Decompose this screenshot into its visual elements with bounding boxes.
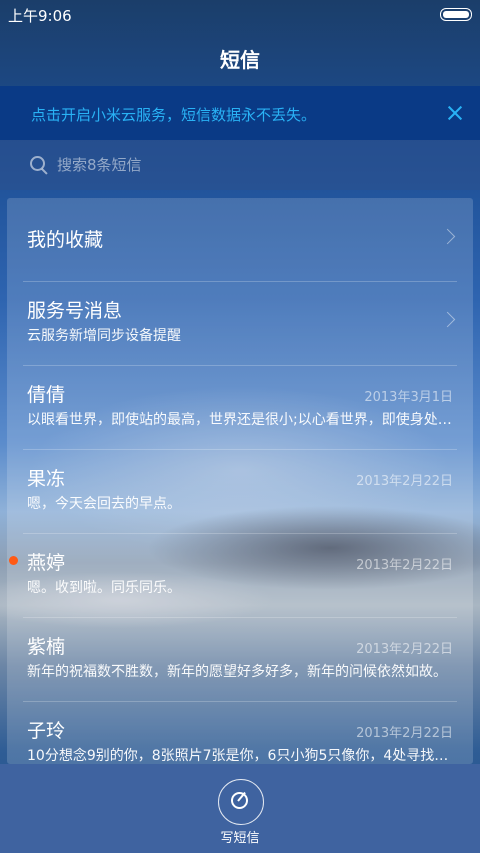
conversation-list: 我的收藏 服务号消息 云服务新增同步设备提醒 倩倩 2013年3月1日 以眼看世… xyxy=(7,198,473,764)
chevron-right-icon xyxy=(439,228,456,245)
title-bar: 短信 xyxy=(0,28,480,86)
close-icon[interactable] xyxy=(440,98,470,128)
conversation-item[interactable]: 燕婷 2013年2月22日 嗯。收到啦。同乐同乐。 xyxy=(7,534,473,618)
contact-name: 紫楠 xyxy=(27,636,66,658)
message-preview: 以眼看世界，即使站的最高，世界还是很小;以心看世界，即使身处最低，世界也是无限大… xyxy=(27,412,455,428)
page-title: 短信 xyxy=(220,48,260,72)
search-icon xyxy=(30,156,48,175)
search-bar[interactable] xyxy=(0,140,480,190)
cloud-service-banner[interactable]: 点击开启小米云服务，短信数据永不丢失。 xyxy=(0,86,480,140)
message-preview: 新年的祝福数不胜数，新年的愿望好多好多，新年的问候依然如故。 xyxy=(27,664,447,680)
contact-name: 倩倩 xyxy=(27,384,66,406)
conversation-item[interactable]: 果冻 2013年2月22日 嗯，今天会回去的早点。 xyxy=(7,450,473,534)
conversation-item[interactable]: 紫楠 2013年2月22日 新年的祝福数不胜数，新年的愿望好多好多，新年的问候依… xyxy=(7,618,473,702)
contact-name: 燕婷 xyxy=(27,552,66,574)
conversation-item[interactable]: 倩倩 2013年3月1日 以眼看世界，即使站的最高，世界还是很小;以心看世界，即… xyxy=(7,366,473,450)
message-preview: 嗯。收到啦。同乐同乐。 xyxy=(27,580,181,596)
battery-icon xyxy=(440,8,472,21)
service-messages-label: 服务号消息 xyxy=(27,300,123,322)
bottom-bar: 写短信 xyxy=(0,764,480,853)
compose-button[interactable] xyxy=(218,779,264,825)
message-preview: 10分想念9别的你，8张照片7张是你，6只小狗5只像你，4处寻找你。 xyxy=(27,748,455,764)
search-input[interactable] xyxy=(57,153,437,177)
favorites-item[interactable]: 我的收藏 xyxy=(7,198,473,282)
contact-name: 果冻 xyxy=(27,468,66,490)
message-date: 2013年2月22日 xyxy=(356,558,453,573)
banner-text[interactable]: 点击开启小米云服务，短信数据永不丢失。 xyxy=(31,104,316,125)
message-preview: 嗯，今天会回去的早点。 xyxy=(27,496,181,512)
favorites-label: 我的收藏 xyxy=(27,229,104,251)
contact-name: 子玲 xyxy=(27,720,66,742)
status-time: 上午9:06 xyxy=(8,7,72,25)
compose-label[interactable]: 写短信 xyxy=(0,827,480,846)
unread-dot xyxy=(9,556,18,565)
message-date: 2013年2月22日 xyxy=(356,474,453,489)
message-date: 2013年3月1日 xyxy=(364,390,453,405)
conversation-item[interactable]: 子玲 2013年2月22日 10分想念9别的你，8张照片7张是你，6只小狗5只像… xyxy=(7,702,473,764)
status-bar: 上午9:06 xyxy=(0,0,480,28)
message-date: 2013年2月22日 xyxy=(356,642,453,657)
message-date: 2013年2月22日 xyxy=(356,726,453,741)
service-messages-preview: 云服务新增同步设备提醒 xyxy=(27,328,181,344)
service-messages-item[interactable]: 服务号消息 云服务新增同步设备提醒 xyxy=(7,282,473,366)
